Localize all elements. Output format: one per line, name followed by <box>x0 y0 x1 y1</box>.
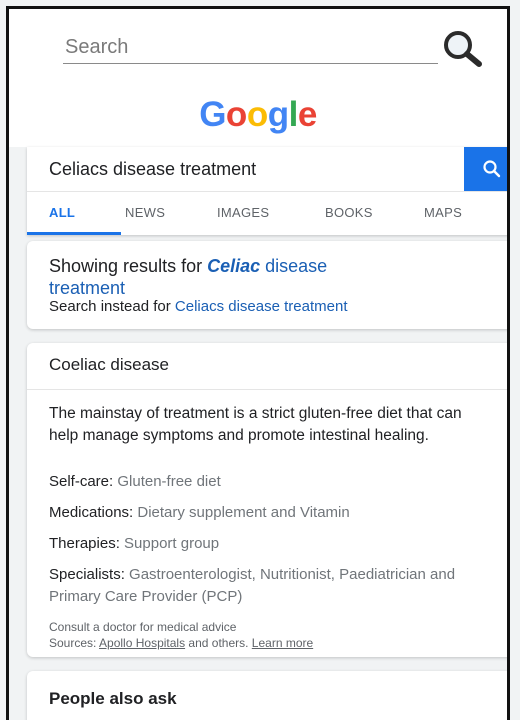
divider <box>27 389 507 390</box>
row-key: Self-care: <box>49 473 118 490</box>
search-button[interactable] <box>464 147 507 191</box>
medications-row: Medications: Dietary supplement and Vita… <box>49 502 489 524</box>
tab-books[interactable]: BOOKS <box>325 192 373 234</box>
search-icon <box>482 160 500 178</box>
row-value: Support group <box>124 535 220 552</box>
search-instead-text: Search instead for Celiacs disease treat… <box>49 297 348 317</box>
google-logo: Google <box>9 83 507 147</box>
corrected-rest-link[interactable]: disease <box>260 256 327 276</box>
search-instead-link[interactable]: Celiacs disease treatment <box>175 298 348 315</box>
corrected-word-link[interactable]: Celiac <box>207 256 260 276</box>
corrected-line2-link[interactable]: treatment <box>49 278 125 298</box>
logo-letter: l <box>288 95 299 134</box>
therapies-row: Therapies: Support group <box>49 533 489 555</box>
search-tabs: ALL NEWS IMAGES BOOKS MAPS <box>27 191 507 236</box>
top-search-field[interactable] <box>63 31 442 64</box>
row-key: Medications: <box>49 504 138 521</box>
showing-results-text: Showing results for Celiac disease treat… <box>49 255 479 299</box>
tab-all[interactable]: ALL <box>49 192 75 234</box>
people-also-ask-title: People also ask <box>49 689 177 708</box>
learn-more-link[interactable]: Learn more <box>252 636 313 650</box>
query-box: Celiacs disease treatment ALL NEWS IMAGE… <box>27 147 507 236</box>
row-key: Specialists: <box>49 566 130 583</box>
query-input[interactable]: Celiacs disease treatment <box>49 157 256 181</box>
logo-letter: e <box>297 95 317 134</box>
logo-letter: o <box>225 95 247 134</box>
knowledge-panel-title[interactable]: Coeliac disease <box>49 355 169 375</box>
logo-letter: G <box>199 95 226 134</box>
source-link[interactable]: Apollo Hospitals <box>99 636 185 650</box>
people-also-ask-card: People also ask <box>27 671 507 720</box>
panel-footer: Consult a doctor for medical advice Sour… <box>49 619 313 651</box>
search-instead-prefix: Search instead for <box>49 298 175 315</box>
sources-prefix: Sources: <box>49 636 100 650</box>
treatment-description: The mainstay of treatment is a strict gl… <box>49 405 462 444</box>
specialists-row: Specialists: Gastroenterologist, Nutriti… <box>49 564 489 608</box>
logo-letter: o <box>246 95 268 134</box>
top-bar <box>9 9 507 83</box>
spelling-correction-card: Showing results for Celiac disease treat… <box>27 241 507 329</box>
tab-maps[interactable]: MAPS <box>424 192 462 234</box>
consult-note: Consult a doctor for medical advice <box>49 620 237 634</box>
phone-frame: Google Celiacs disease treatment ALL NEW… <box>6 6 510 720</box>
top-search-input[interactable] <box>63 31 442 63</box>
tab-news[interactable]: NEWS <box>125 192 165 234</box>
row-key: Therapies: <box>49 535 125 552</box>
knowledge-panel: Coeliac disease The mainstay of treatmen… <box>27 343 507 657</box>
tab-images[interactable]: IMAGES <box>217 192 269 234</box>
sources-line: Sources: Apollo Hospitals and others. Le… <box>49 635 313 651</box>
sources-mid: and others. <box>185 636 252 650</box>
row-value: Gluten-free diet <box>117 473 221 490</box>
self-care-row: Self-care: Gluten-free diet <box>49 471 489 493</box>
magnifier-icon[interactable] <box>439 27 485 69</box>
showing-results-prefix: Showing results for <box>49 256 208 276</box>
logo-letter: g <box>267 95 289 134</box>
active-tab-indicator <box>27 232 121 235</box>
row-value: Dietary supplement and Vitamin <box>137 504 350 521</box>
